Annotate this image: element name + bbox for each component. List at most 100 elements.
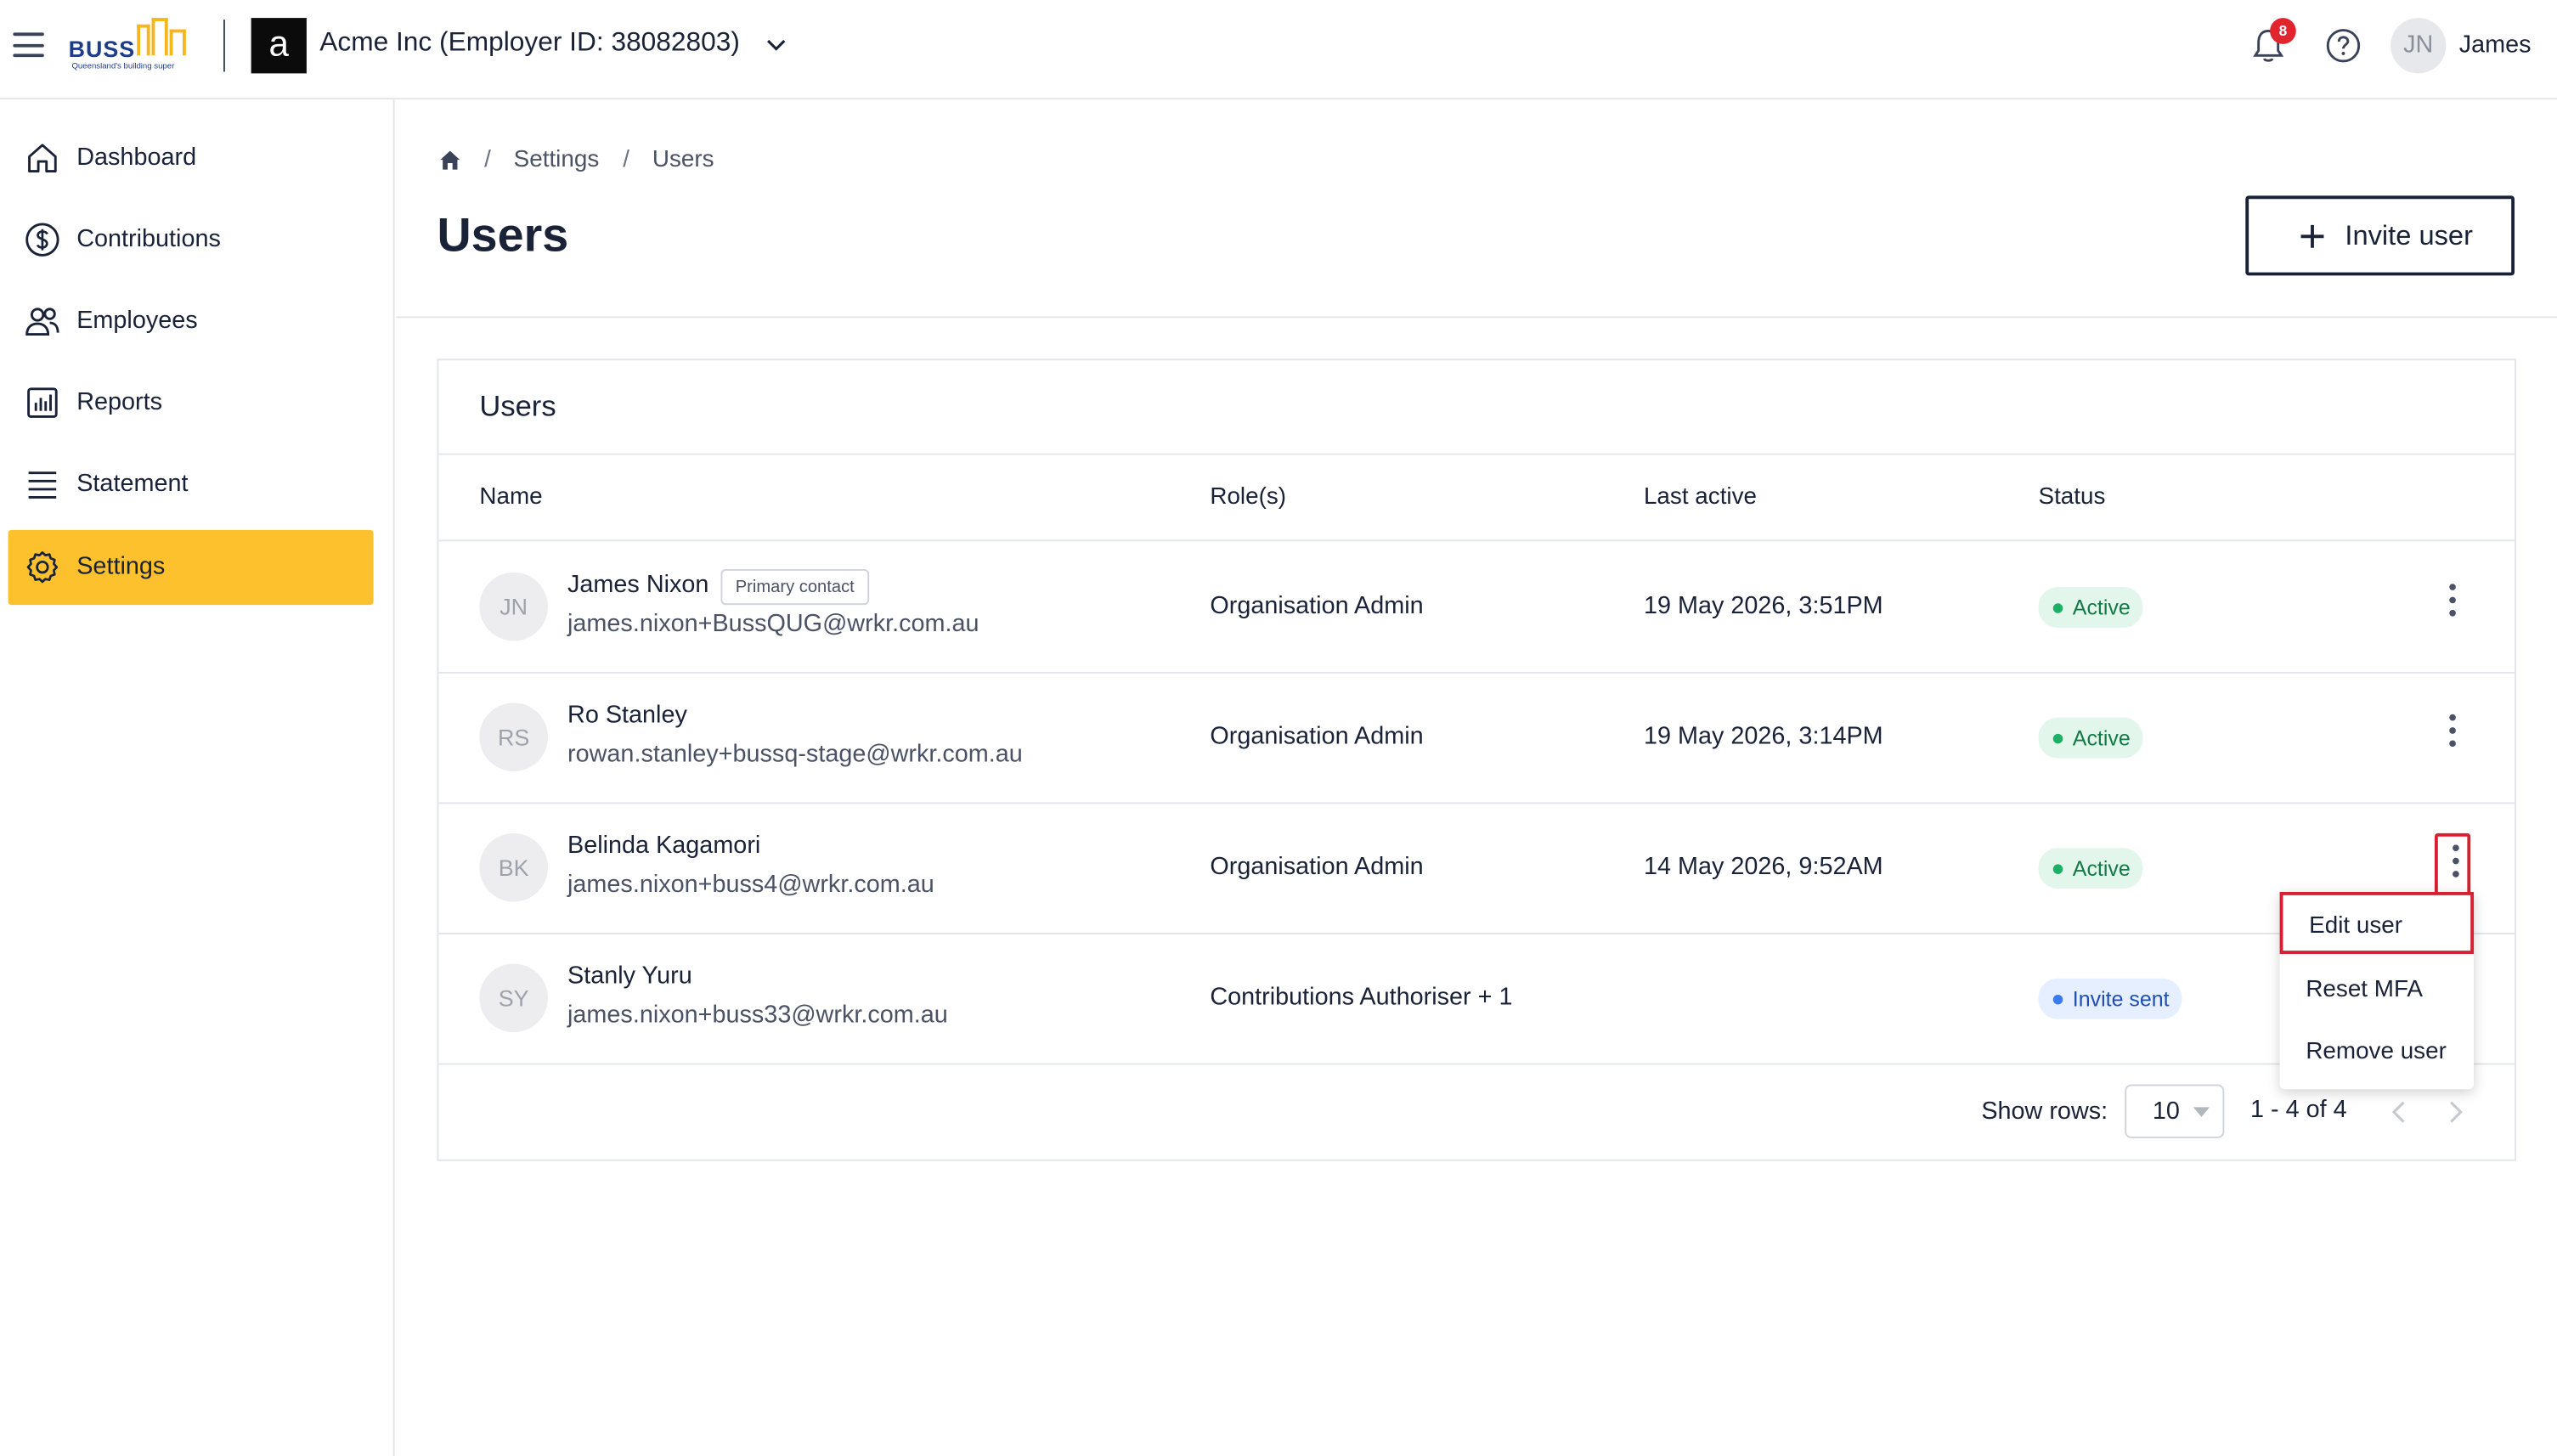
column-header-last-active: Last active [1643, 484, 1758, 511]
kebab-dot [2449, 584, 2456, 590]
rows-per-page-select[interactable]: 10 [2125, 1084, 2225, 1138]
main-content: / Settings / Users Users Invite user Use… [396, 99, 2557, 1456]
kebab-dot [2449, 740, 2456, 748]
column-header-status: Status [2038, 484, 2106, 511]
menu-icon[interactable] [13, 32, 44, 58]
user-email: rowan.stanley+bussq-stage@wrkr.com.au [567, 740, 1023, 769]
sidebar-item-label: Contributions [76, 224, 221, 253]
user-role: Organisation Admin [1210, 722, 1424, 751]
user-name: James Nixon [567, 570, 709, 599]
column-header-roles: Role(s) [1210, 484, 1287, 511]
kebab-dot [2453, 844, 2459, 852]
table-row: JN James Nixon Primary contact james.nix… [438, 541, 2515, 672]
sidebar-item-statement[interactable]: Statement [8, 447, 374, 522]
avatar: RS [479, 703, 548, 771]
sidebar-item-label: Settings [76, 552, 166, 581]
menu-item-label: Edit user [2309, 912, 2403, 940]
home-icon[interactable] [438, 149, 461, 172]
plus-icon [2300, 224, 2324, 248]
header-divider [396, 316, 2557, 319]
notification-badge: 8 [2270, 18, 2296, 44]
user-last-active: 14 May 2026, 9:52AM [1643, 852, 1883, 881]
user-name: Stanly Yuru [567, 962, 692, 990]
sidebar-item-label: Reports [76, 387, 163, 416]
row-actions-menu: Edit user Reset MFA Remove user [2279, 892, 2475, 1090]
top-bar: BUSS Queensland's building super a Acme … [0, 0, 2557, 100]
breadcrumb-separator: / [623, 146, 630, 173]
status-badge: Active [2038, 717, 2144, 759]
invite-user-label: Invite user [2345, 220, 2473, 251]
user-email: james.nixon+buss4@wrkr.com.au [567, 871, 934, 899]
home-icon [28, 144, 57, 172]
kebab-dot [2449, 714, 2456, 721]
sidebar-item-dashboard[interactable]: Dashboard [8, 121, 374, 195]
status-badge: Invite sent [2038, 978, 2182, 1019]
table-row: RS Ro Stanley rowan.stanley+bussq-stage@… [438, 672, 2515, 803]
column-header-name: Name [479, 484, 543, 511]
show-rows-label: Show rows: [1981, 1097, 2108, 1126]
help-icon[interactable] [2325, 28, 2361, 64]
user-name: Belinda Kagamori [567, 831, 761, 860]
gear-icon [26, 551, 59, 584]
menu-item-remove-user[interactable]: Remove user [2280, 1021, 2474, 1083]
people-icon [25, 308, 59, 336]
chevron-left-icon[interactable] [2384, 1096, 2413, 1128]
user-name[interactable]: James [2459, 31, 2532, 59]
breadcrumb-settings-link[interactable]: Settings [514, 147, 600, 173]
page-title: Users [437, 210, 569, 263]
menu-item-reset-mfa[interactable]: Reset MFA [2280, 959, 2474, 1021]
logo-tagline: Queensland's building super [71, 61, 175, 72]
kebab-dot [2453, 857, 2459, 865]
breadcrumb-separator: / [484, 146, 491, 173]
menu-item-label: Remove user [2306, 1038, 2447, 1065]
user-email: james.nixon+buss33@wrkr.com.au [567, 1001, 948, 1030]
caret-down-icon [2193, 1107, 2210, 1117]
row-actions-button[interactable] [2434, 832, 2471, 895]
card-title: Users [479, 389, 556, 423]
avatar: BK [479, 832, 548, 902]
dollar-icon [25, 223, 59, 257]
chevron-down-icon[interactable] [765, 32, 787, 55]
menu-item-label: Reset MFA [2306, 976, 2423, 1003]
user-avatar[interactable]: JN [2390, 18, 2447, 74]
list-icon [28, 471, 57, 499]
user-last-active: 19 May 2026, 3:51PM [1643, 591, 1883, 620]
brand-logo[interactable]: BUSS Queensland's building super [69, 18, 200, 73]
chevron-right-icon[interactable] [2441, 1096, 2471, 1128]
sidebar-item-label: Employees [76, 306, 198, 335]
sidebar-item-label: Statement [76, 469, 189, 498]
kebab-dot [2449, 609, 2456, 617]
kebab-dot [2453, 871, 2459, 878]
user-email: james.nixon+BussQUG@wrkr.com.au [567, 609, 979, 638]
avatar: JN [479, 572, 548, 641]
invite-user-button[interactable]: Invite user [2245, 195, 2515, 276]
sidebar: Dashboard Contributions Employees Report… [0, 99, 395, 1456]
primary-contact-badge: Primary contact [720, 568, 870, 606]
sidebar-item-settings[interactable]: Settings [8, 529, 374, 606]
org-switcher-label[interactable]: Acme Inc (Employer ID: 38082803) [319, 28, 740, 59]
logo-building-2 [151, 18, 168, 56]
status-badge: Active [2038, 587, 2144, 629]
user-name: Ro Stanley [567, 701, 687, 730]
row-actions-button[interactable] [2435, 573, 2470, 635]
table-row: SY Stanly Yuru james.nixon+buss33@wrkr.c… [438, 933, 2515, 1064]
sidebar-item-contributions[interactable]: Contributions [8, 202, 374, 277]
header-divider [223, 20, 225, 72]
logo-wordmark: BUSS [68, 36, 136, 62]
row-divider [438, 453, 2515, 455]
avatar: SY [479, 963, 548, 1033]
bar-chart-icon [27, 387, 58, 418]
pagination-range: 1 - 4 of 4 [2250, 1095, 2347, 1124]
user-last-active: 19 May 2026, 3:14PM [1643, 722, 1883, 751]
logo-building-3 [169, 29, 186, 56]
rows-per-page-value: 10 [2152, 1097, 2180, 1126]
sidebar-item-employees[interactable]: Employees [8, 284, 374, 358]
row-actions-button[interactable] [2435, 703, 2470, 765]
logo-building-1 [137, 24, 150, 56]
table-row: BK Belinda Kagamori james.nixon+buss4@wr… [438, 802, 2515, 933]
sidebar-item-reports[interactable]: Reports [8, 365, 374, 440]
kebab-dot [2449, 596, 2456, 604]
user-role: Organisation Admin [1210, 852, 1424, 881]
org-avatar: a [251, 18, 307, 74]
menu-item-edit-user[interactable]: Edit user [2279, 892, 2475, 954]
